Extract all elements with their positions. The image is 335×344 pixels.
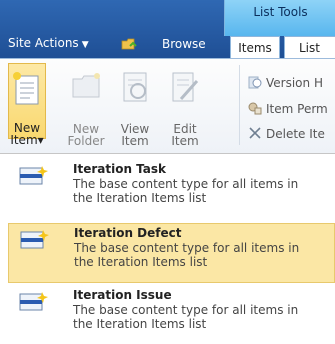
menu-item-description: The base content type for all items in t… (73, 177, 335, 205)
menu-item-title: Iteration Issue (73, 288, 172, 302)
menu-item-description-line1: The base content type for all items in (73, 177, 299, 191)
version-history-icon (248, 76, 262, 89)
content-type-icon (19, 166, 48, 185)
tab-list[interactable]: List (284, 36, 335, 58)
top-navigation-bar: List Tools Site Actions ▼ Browse Items Li… (0, 0, 335, 58)
item-permissions-button[interactable]: Item Perm (248, 101, 328, 116)
content-type-icon (19, 292, 48, 311)
view-item-button[interactable]: View Item (114, 61, 156, 151)
edit-item-icon (172, 72, 199, 102)
view-item-icon (123, 72, 147, 102)
tab-browse[interactable]: Browse (162, 37, 206, 51)
menu-item-description-line1: The base content type for all items in (73, 303, 299, 317)
menu-item-iteration-issue[interactable]: Iteration Issue The base content type fo… (8, 286, 335, 344)
contextual-group-title: List Tools (253, 5, 308, 19)
view-item-label-line2: Item (121, 134, 149, 148)
new-item-button[interactable]: New Item▾ (8, 63, 46, 146)
item-permissions-icon (248, 102, 262, 115)
delete-item-button[interactable]: Delete Ite (248, 126, 325, 141)
tab-items[interactable]: Items (230, 36, 280, 58)
content-type-icon (20, 230, 49, 249)
site-actions-label: Site Actions (8, 36, 79, 50)
ribbon: New Item▾ New Folder View Item Edit Item… (0, 58, 335, 154)
contextual-tab-group: List Tools (224, 0, 335, 36)
version-history-label: Version H (266, 76, 323, 90)
item-permissions-label: Item Perm (266, 102, 328, 116)
new-item-dropdown-menu: Iteration Task The base content type for… (0, 153, 335, 344)
menu-item-iteration-defect[interactable]: Iteration Defect The base content type f… (8, 223, 335, 283)
menu-item-description-line1: The base content type for all items in (74, 241, 300, 255)
menu-item-title: Iteration Defect (74, 226, 182, 240)
menu-item-title: Iteration Task (73, 162, 167, 176)
menu-item-description-line2: the Iteration Items list (73, 317, 207, 331)
menu-item-iteration-task[interactable]: Iteration Task The base content type for… (8, 160, 335, 220)
ribbon-separator (239, 65, 240, 145)
chevron-down-icon: ▼ (81, 40, 89, 50)
edit-item-button[interactable]: Edit Item (164, 61, 206, 151)
new-folder-icon (72, 73, 100, 98)
new-folder-label-line2: Folder (67, 134, 105, 148)
chevron-down-icon: ▾ (37, 133, 44, 147)
navigate-up-icon[interactable] (121, 37, 137, 51)
site-actions-menu[interactable]: Site Actions ▼ (8, 36, 89, 50)
new-item-label-line2: Item (10, 133, 38, 147)
new-folder-button[interactable]: New Folder (64, 61, 108, 151)
menu-item-description-line2: the Iteration Items list (73, 191, 207, 205)
delete-item-label: Delete Ite (266, 127, 325, 141)
edit-item-label-line2: Item (171, 134, 199, 148)
menu-item-description: The base content type for all items in t… (73, 303, 335, 331)
new-item-icon (13, 72, 39, 105)
version-history-button[interactable]: Version H (248, 75, 323, 90)
menu-item-description-line2: the Iteration Items list (74, 255, 208, 269)
delete-icon (249, 127, 261, 139)
menu-item-description: The base content type for all items in t… (74, 241, 335, 269)
